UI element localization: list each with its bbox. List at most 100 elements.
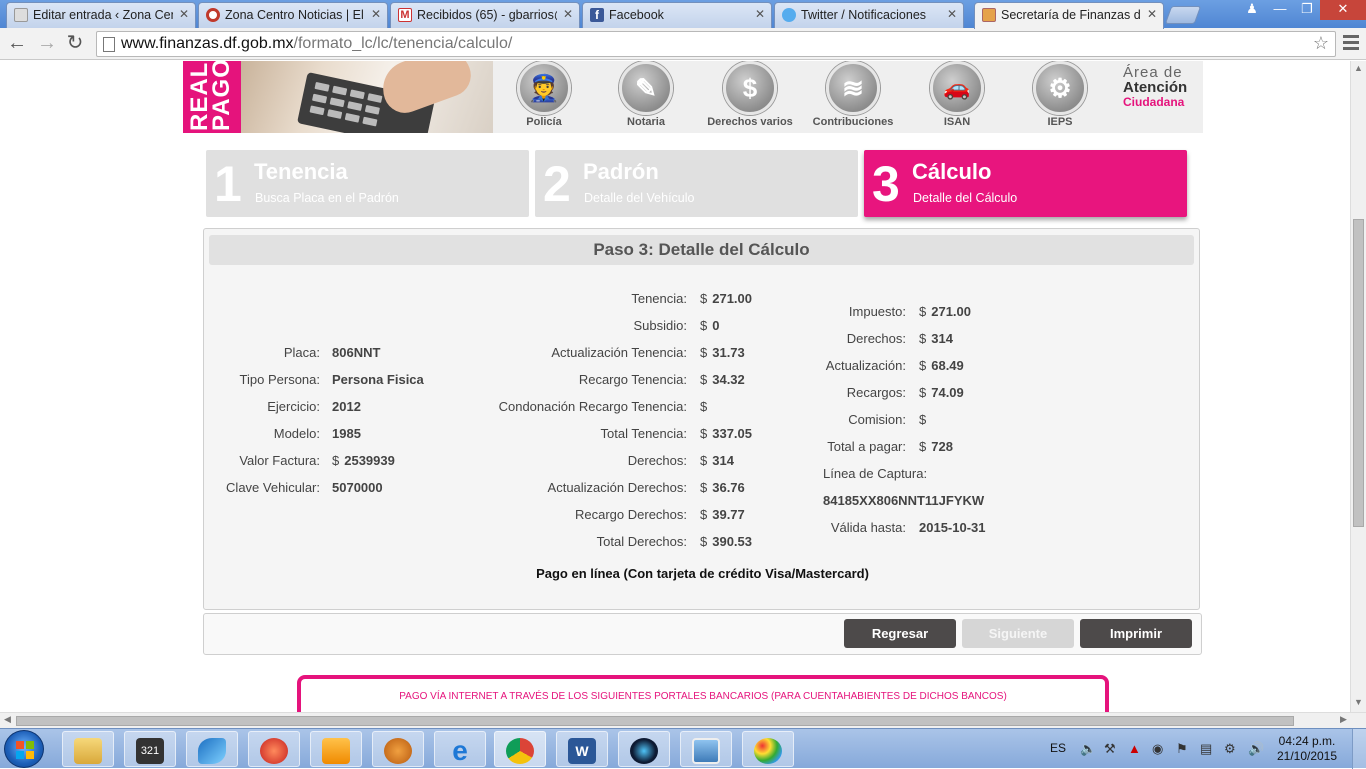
scroll-down-icon[interactable]: ▼ <box>1354 697 1363 707</box>
reload-button[interactable]: ↻ <box>62 32 88 56</box>
wordpress-icon <box>14 8 28 22</box>
step-subtitle: Busca Placa en el Padrón <box>255 191 399 205</box>
service-label: Policía <box>526 116 562 128</box>
antivirus-icon[interactable]: ▲ <box>1128 742 1142 756</box>
back-button[interactable]: ← <box>4 32 30 56</box>
minimize-button[interactable]: — <box>1266 0 1294 20</box>
service-derechos-varios[interactable]: $ Derechos varios <box>700 61 800 133</box>
network-icon[interactable]: ▤ <box>1200 742 1214 756</box>
url-host: www.finanzas.df.gob.mx <box>121 35 294 52</box>
fox-app-icon[interactable] <box>372 731 424 767</box>
tab-zona-centro[interactable]: Zona Centro Noticias | El p ✕ <box>198 2 388 28</box>
video-player-icon[interactable] <box>310 731 362 767</box>
step-subtitle: Detalle del Vehículo <box>584 191 695 205</box>
service-label: IEPS <box>1047 116 1073 128</box>
step-title: Cálculo <box>912 159 992 184</box>
area-line-3: Ciudadana <box>1123 95 1185 109</box>
red-app-icon[interactable] <box>248 731 300 767</box>
regresar-button[interactable]: Regresar <box>844 619 956 648</box>
clock[interactable]: 04:24 p.m. 21/10/2015 <box>1275 734 1339 764</box>
close-tab-icon[interactable]: ✕ <box>755 7 765 21</box>
paint-icon[interactable] <box>742 731 794 767</box>
imprimir-button[interactable]: Imprimir <box>1080 619 1192 648</box>
browser-tab-bar: Editar entrada ‹ Zona Cen ✕ Zona Centro … <box>0 0 1366 29</box>
scroll-left-icon[interactable]: ◀ <box>4 714 11 725</box>
scroll-thumb[interactable] <box>16 716 1294 726</box>
finanzas-icon <box>982 8 996 22</box>
security-icon[interactable]: ⚙ <box>1224 742 1238 756</box>
gear-icon: ⚙ <box>1033 61 1087 115</box>
close-tab-icon[interactable]: ✕ <box>1147 7 1157 21</box>
scroll-right-icon[interactable]: ▶ <box>1340 714 1347 725</box>
service-notaria[interactable]: ✎ Notaria <box>596 61 696 133</box>
step-subtitle: Detalle del Cálculo <box>913 191 1018 205</box>
pago-en-linea-link[interactable]: Pago en línea (Con tarjeta de crédito Vi… <box>204 566 1201 581</box>
tab-gmail[interactable]: M Recibidos (65) - gbarrios@ ✕ <box>390 2 580 28</box>
tab-label: Zona Centro Noticias | El p <box>225 8 365 22</box>
step-tenencia[interactable]: 1 Tenencia Busca Placa en el Padrón <box>206 150 529 217</box>
bookmark-star-icon[interactable]: ☆ <box>1313 33 1329 54</box>
site-icon <box>206 8 220 22</box>
valida-hasta-value: 2015-10-31 <box>919 520 986 535</box>
bank-portals-heading: PAGO VÍA INTERNET A TRAVÉS DE LOS SIGUIE… <box>399 691 1007 702</box>
tools-icon[interactable]: ⚒ <box>1104 742 1118 756</box>
camera-app-icon[interactable] <box>618 731 670 767</box>
service-ieps[interactable]: ⚙ IEPS <box>1010 61 1110 133</box>
close-tab-icon[interactable]: ✕ <box>179 7 189 21</box>
tab-editar-entrada[interactable]: Editar entrada ‹ Zona Cen ✕ <box>6 2 196 28</box>
field-comision-label: Comision: <box>848 412 906 427</box>
coins-icon: ≋ <box>826 61 880 115</box>
step-number: 1 <box>214 156 242 212</box>
language-indicator[interactable]: ES <box>1050 741 1066 755</box>
chrome-icon[interactable] <box>494 731 546 767</box>
vertical-scrollbar[interactable]: ▲ ▼ <box>1350 61 1366 712</box>
internet-explorer-icon[interactable]: e <box>434 731 486 767</box>
action-center-flag-icon[interactable]: ⚑ <box>1176 742 1190 756</box>
service-contribuciones[interactable]: ≋ Contribuciones <box>803 61 903 133</box>
horizontal-scrollbar[interactable]: ◀ ▶ <box>0 712 1366 728</box>
close-tab-icon[interactable]: ✕ <box>371 7 381 21</box>
page-viewport: REAL PAGO 👮 Policía ✎ Notaria $ Derechos… <box>0 61 1350 712</box>
siguiente-button[interactable]: Siguiente <box>962 619 1074 648</box>
field-total-pagar-label: Total a pagar: <box>827 439 906 454</box>
forward-button[interactable]: → <box>34 32 60 56</box>
area-line-2: Atención <box>1123 79 1188 96</box>
tab-finanzas[interactable]: Secretaría de Finanzas del ✕ <box>974 2 1164 29</box>
quill-icon[interactable] <box>186 731 238 767</box>
close-window-button[interactable]: ✕ <box>1320 0 1366 20</box>
user-icon[interactable]: ♟ <box>1238 0 1266 20</box>
media-player-classic-icon[interactable]: 321 <box>124 731 176 767</box>
address-bar[interactable]: www.finanzas.df.gob.mx/formato_lc/lc/ten… <box>96 31 1336 57</box>
file-explorer-icon[interactable] <box>62 731 114 767</box>
windows-logo-icon <box>16 741 34 759</box>
photo-viewer-icon[interactable] <box>680 731 732 767</box>
step-title: Padrón <box>583 159 659 184</box>
field-total-pagar-value: $728 <box>919 439 953 454</box>
close-tab-icon[interactable]: ✕ <box>947 7 957 21</box>
facebook-icon: f <box>590 8 604 22</box>
service-policia[interactable]: 👮 Policía <box>494 61 594 133</box>
volume-icon[interactable]: 🔈 <box>1080 742 1096 756</box>
step-padron[interactable]: 2 Padrón Detalle del Vehículo <box>535 150 858 217</box>
scroll-up-icon[interactable]: ▲ <box>1354 63 1363 73</box>
show-desktop-button[interactable] <box>1352 729 1366 769</box>
bank-portals-box: PAGO VÍA INTERNET A TRAVÉS DE LOS SIGUIE… <box>297 675 1109 712</box>
step-calculo[interactable]: 3 Cálculo Detalle del Cálculo <box>864 150 1187 217</box>
chrome-menu-icon[interactable] <box>1343 32 1359 52</box>
area-atencion-ciudadana[interactable]: Área de Atención Ciudadana <box>1123 65 1203 110</box>
restore-button[interactable]: ❐ <box>1293 0 1321 20</box>
start-button[interactable] <box>4 730 44 768</box>
new-tab-button[interactable] <box>1164 6 1202 24</box>
status-icon[interactable]: ◉ <box>1152 742 1166 756</box>
field-actualizacion-label: Actualización: <box>825 358 906 373</box>
tab-twitter[interactable]: Twitter / Notificaciones ✕ <box>774 2 964 28</box>
word-icon[interactable]: W <box>556 731 608 767</box>
url-path: /formato_lc/lc/tenencia/calculo/ <box>293 35 513 52</box>
tab-facebook[interactable]: f Facebook ✕ <box>582 2 772 28</box>
service-isan[interactable]: 🚗 ISAN <box>907 61 1007 133</box>
close-tab-icon[interactable]: ✕ <box>563 7 573 21</box>
field-impuesto-value: $271.00 <box>919 304 971 319</box>
new-car-icon: 🚗 <box>930 61 984 115</box>
scroll-thumb[interactable] <box>1353 219 1364 527</box>
speaker-icon[interactable]: 🔊 <box>1248 742 1264 756</box>
